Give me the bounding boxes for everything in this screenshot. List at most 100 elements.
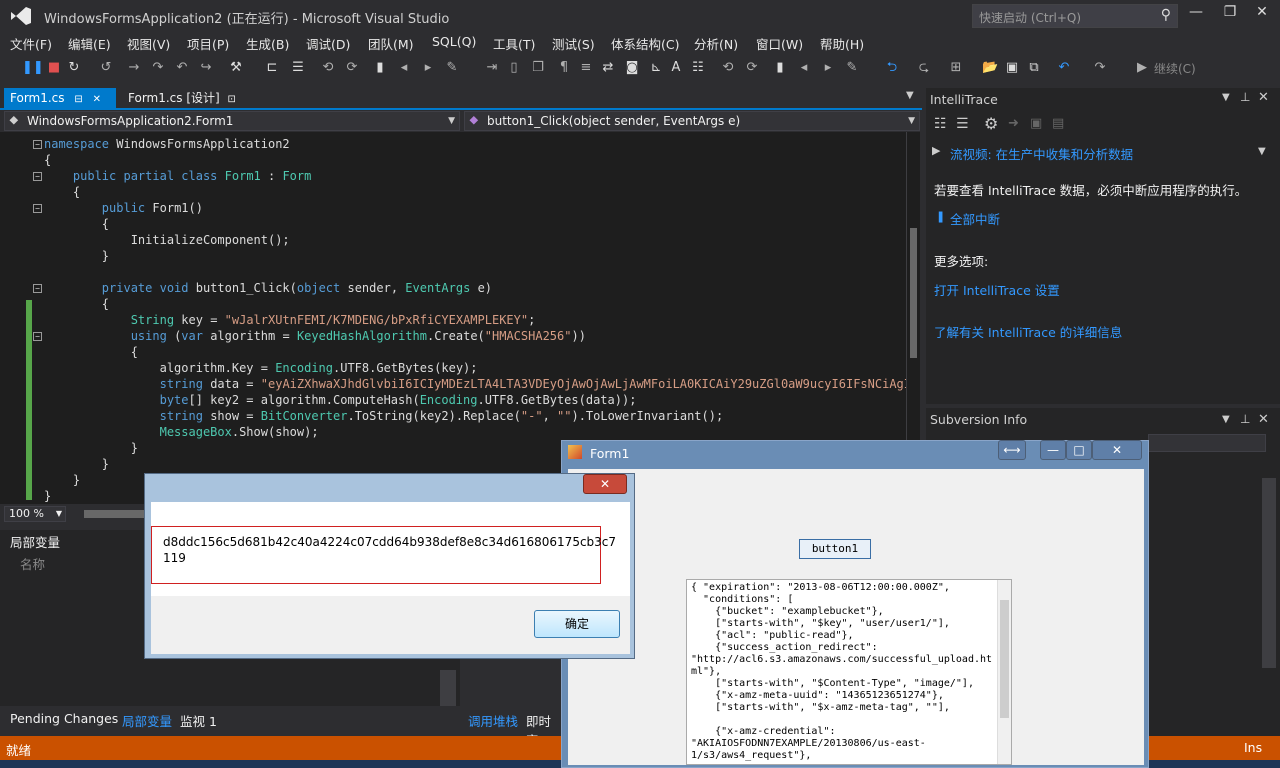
chart-icon[interactable]: ⊾ [648, 59, 664, 77]
tab-form1-designer[interactable]: Form1.cs [设计] ⊡ [122, 88, 244, 108]
intellitrace-learn-link[interactable]: 了解有关 IntelliTrace 的详细信息 [934, 322, 1122, 341]
bookmark2-next-icon[interactable]: ▸ [820, 59, 836, 77]
format-icon[interactable]: ¶ [556, 59, 572, 77]
tab-pending-changes[interactable]: Pending Changes [10, 711, 118, 726]
locals-scrollbar[interactable] [440, 670, 456, 706]
horizontal-scroll-thumb[interactable] [84, 510, 144, 518]
save-icon[interactable]: ▤ [1052, 116, 1064, 131]
fold-icon[interactable]: − [33, 332, 42, 341]
document-icon[interactable]: ▯ [506, 59, 522, 77]
form-minimize-button[interactable]: — [1040, 440, 1066, 460]
menu-test[interactable]: 测试(S) [552, 34, 595, 53]
redo-icon[interactable]: ↷ [1092, 59, 1108, 77]
step-into-icon[interactable]: → [126, 59, 142, 77]
textbox-scroll-thumb[interactable] [1000, 600, 1009, 718]
bookmark2-icon[interactable]: ▮ [772, 59, 788, 77]
subversion-dropdown[interactable] [1148, 434, 1266, 452]
bookmark-prev-icon[interactable]: ◂ [396, 59, 412, 77]
form-close-button[interactable]: ✕ [1092, 440, 1142, 460]
bookmark-next-icon[interactable]: ▸ [420, 59, 436, 77]
navigate-icon[interactable]: ⇄ [600, 59, 616, 77]
bookmark-icon[interactable]: ▮ [372, 59, 388, 77]
tab-close-icon[interactable]: ✕ [93, 94, 101, 105]
messagebox-close-button[interactable]: ✕ [583, 474, 627, 494]
list-view-icon[interactable]: ☷ [934, 116, 947, 132]
continue-label[interactable]: 继续(C) [1154, 60, 1196, 77]
panel-dropdown-icon[interactable]: ▼ [1222, 414, 1230, 425]
comment-icon[interactable]: ⟲ [320, 59, 336, 77]
panel-icon[interactable]: ☷ [690, 59, 706, 77]
save-icon[interactable]: ▣ [1004, 59, 1020, 77]
pin-icon[interactable]: ⊟ [74, 94, 82, 105]
outline-icon[interactable]: ☰ [290, 59, 306, 77]
bookmark2-clear-icon[interactable]: ✎ [844, 59, 860, 77]
redo-step-icon[interactable]: ↪ [198, 59, 214, 77]
break-all-link[interactable]: 全部中断 [950, 209, 1000, 228]
tab-dropdown-icon[interactable]: ▼ [906, 90, 914, 101]
menu-analyze[interactable]: 分析(N) [694, 34, 738, 53]
menu-file[interactable]: 文件(F) [10, 34, 52, 53]
class-dropdown[interactable]: ⯁ WindowsFormsApplication2.Form1 ▼ [4, 111, 460, 131]
tab-watch-1[interactable]: 监视 1 [180, 711, 217, 730]
indent-icon[interactable]: ⇥ [484, 59, 500, 77]
arrow-right-icon[interactable]: ➜ [1008, 116, 1019, 131]
navigate-back-icon[interactable]: ⮌ [884, 59, 900, 77]
menu-build[interactable]: 生成(B) [246, 34, 289, 53]
menu-project[interactable]: 项目(P) [187, 34, 229, 53]
menu-sql[interactable]: SQL(Q) [432, 34, 476, 49]
tab-call-stack[interactable]: 调用堆栈 [468, 711, 518, 730]
menu-window[interactable]: 窗口(W) [756, 34, 803, 53]
copy-icon[interactable]: ❐ [530, 59, 546, 77]
undo-icon[interactable]: ↶ [1056, 59, 1072, 77]
bookmark2-prev-icon[interactable]: ◂ [796, 59, 812, 77]
pin-icon[interactable]: ⊥ [1240, 90, 1250, 104]
menu-team[interactable]: 团队(M) [368, 34, 414, 53]
exception-icon[interactable]: ⚒ [228, 59, 244, 77]
json-textbox[interactable]: { "expiration": "2013-08-06T12:00:00.000… [686, 579, 1012, 765]
scroll-thumb[interactable] [910, 228, 917, 358]
fold-icon[interactable]: − [33, 172, 42, 181]
search-icon[interactable]: ⚲ [1161, 7, 1171, 23]
pause-icon[interactable]: ❚❚ [22, 59, 44, 77]
navigate-forward-icon[interactable]: ⮎ [916, 59, 932, 77]
button1[interactable]: button1 [799, 539, 871, 559]
menu-debug[interactable]: 调试(D) [306, 34, 350, 53]
member-dropdown[interactable]: ⯁ button1_Click(object sender, EventArgs… [464, 111, 920, 131]
menu-tools[interactable]: 工具(T) [493, 34, 535, 53]
continue-icon[interactable]: ▶ [1134, 59, 1150, 77]
panel-close-icon[interactable]: ✕ [1258, 90, 1269, 105]
tab-form1-cs[interactable]: Form1.cs ⊟ ✕ [4, 88, 116, 108]
panel-close-icon[interactable]: ✕ [1258, 412, 1269, 427]
ok-button[interactable]: 确定 [534, 610, 620, 638]
menu-view[interactable]: 视图(V) [127, 34, 170, 53]
tab-locals[interactable]: 局部变量 [122, 711, 172, 730]
step-out-icon[interactable]: ↶ [174, 59, 190, 77]
list-icon[interactable]: ≡ [578, 59, 594, 77]
fold-icon[interactable]: − [33, 140, 42, 149]
stop-icon[interactable]: ■ [46, 59, 62, 77]
form-maximize-button[interactable]: □ [1066, 440, 1092, 460]
bookmark-clear-icon[interactable]: ✎ [444, 59, 460, 77]
pin-icon[interactable]: ⊥ [1240, 412, 1250, 426]
fold-icon[interactable]: − [33, 284, 42, 293]
locals-column-name[interactable]: 名称 [20, 554, 45, 573]
solution-icon[interactable]: ⊞ [948, 59, 964, 77]
close-button[interactable]: ✕ [1248, 4, 1276, 26]
minimize-button[interactable]: — [1182, 4, 1210, 26]
quick-launch-input[interactable]: 快速启动 (Ctrl+Q) ⚲ [972, 4, 1178, 28]
panel-dropdown-icon[interactable]: ▼ [1222, 92, 1230, 103]
screenshot-icon[interactable]: ◙ [624, 59, 640, 77]
text-icon[interactable]: A [668, 59, 684, 77]
subversion-scrollbar[interactable] [1262, 478, 1276, 668]
step-over-icon[interactable]: ↷ [150, 59, 166, 77]
resize-button[interactable]: ⟷ [998, 440, 1026, 460]
intellitrace-settings-link[interactable]: 打开 IntelliTrace 设置 [934, 280, 1060, 299]
menu-help[interactable]: 帮助(H) [820, 34, 864, 53]
menu-edit[interactable]: 编辑(E) [68, 34, 111, 53]
chevron-down-icon[interactable]: ▼ [1258, 146, 1266, 157]
fold-icon[interactable]: − [33, 204, 42, 213]
maximize-button[interactable]: ❐ [1216, 4, 1244, 26]
stream-video-link[interactable]: 流视频: 在生产中收集和分析数据 [950, 144, 1133, 163]
comment2-icon[interactable]: ⟲ [720, 59, 736, 77]
tree-view-icon[interactable]: ☰ [956, 116, 969, 132]
